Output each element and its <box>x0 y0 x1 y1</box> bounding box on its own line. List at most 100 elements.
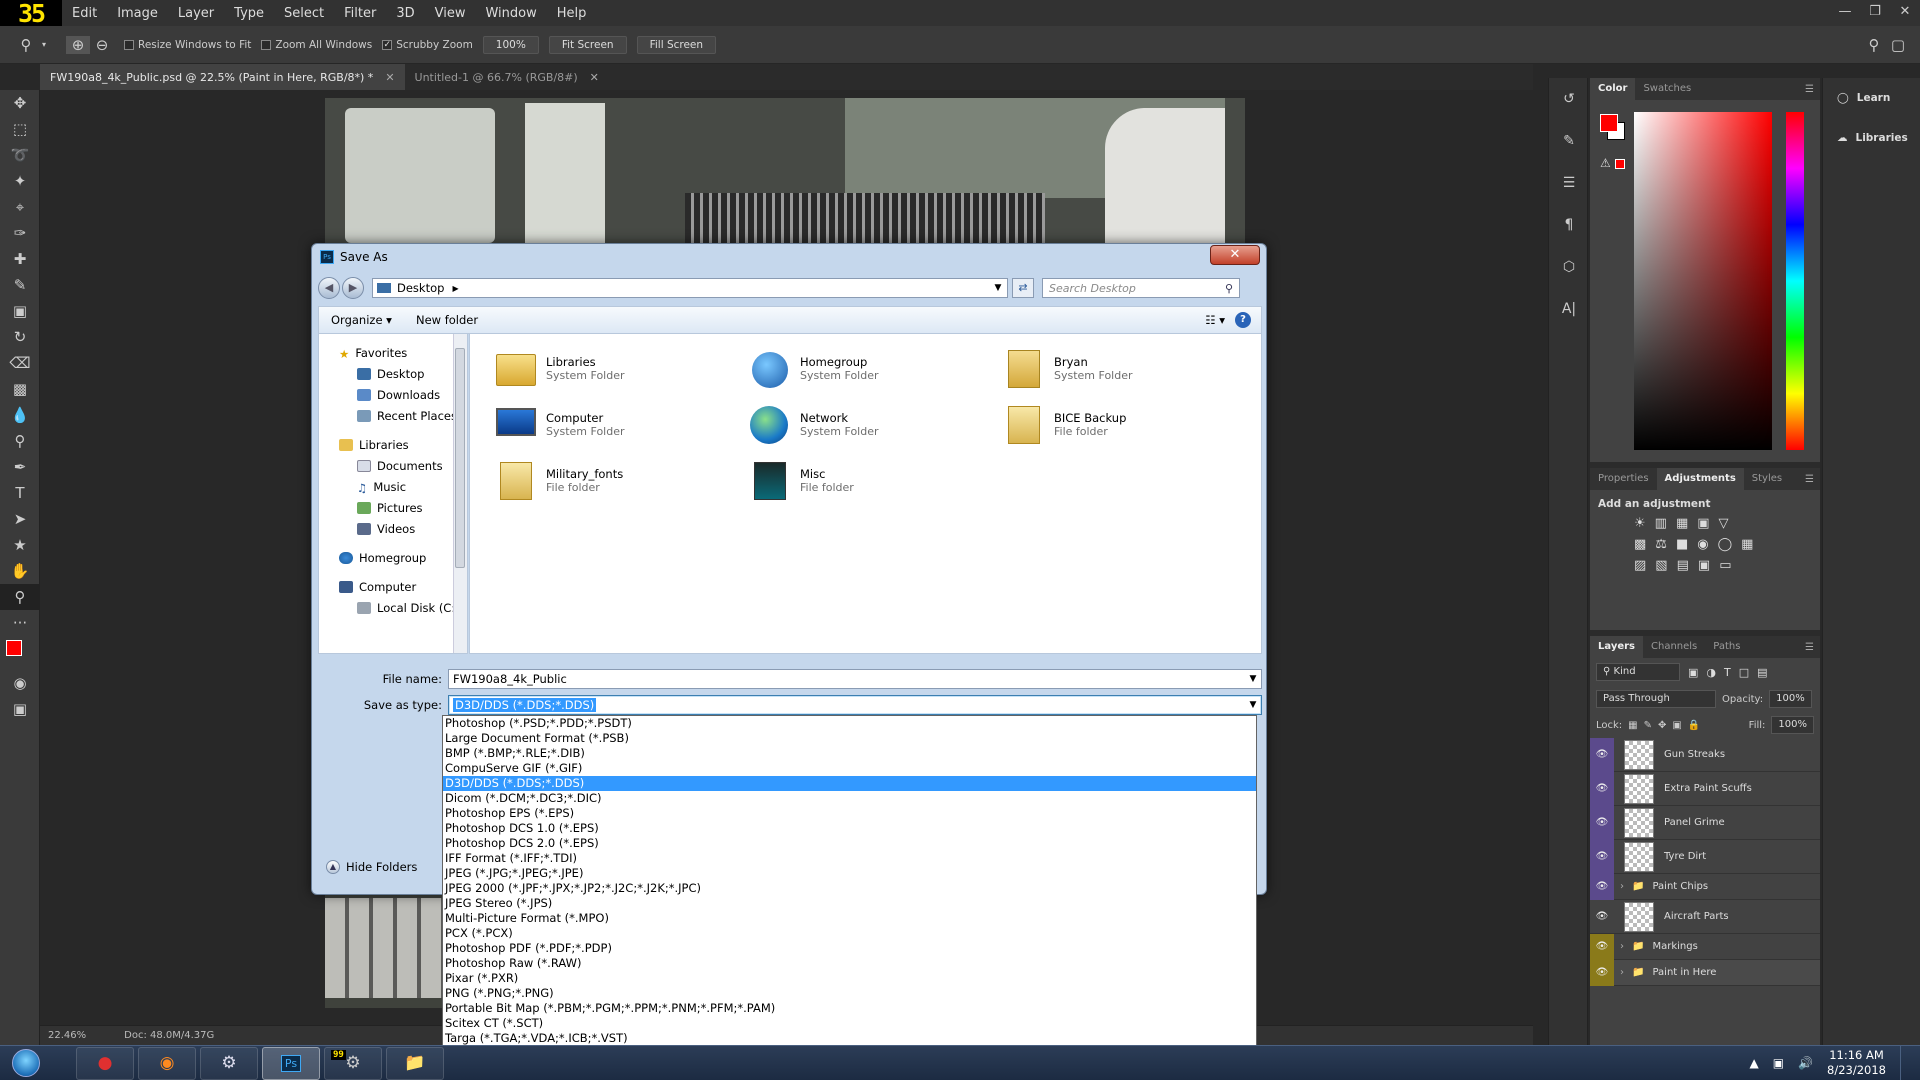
layer-tyre-dirt[interactable]: 👁 Tyre Dirt <box>1590 839 1820 874</box>
search-icon[interactable]: ⚲ <box>1862 36 1886 54</box>
zoom-out-icon[interactable]: ⊖ <box>90 36 114 54</box>
item-military-fonts[interactable]: Military_fonts File folder <box>492 456 732 504</box>
file-name-field[interactable]: FW190a8_4k_Public ▼ <box>448 669 1262 689</box>
tab-swatches[interactable]: Swatches <box>1635 78 1699 100</box>
chevron-right-icon[interactable]: › <box>1620 881 1624 892</box>
chevron-down-icon[interactable]: ▼ <box>1245 700 1261 710</box>
screen-mode-icon[interactable]: ▣ <box>0 696 40 722</box>
scrubby-zoom-checkbox[interactable]: ✓ Scrubby Zoom <box>382 39 473 51</box>
nav-scrollbar[interactable] <box>453 334 467 653</box>
tab-layers[interactable]: Layers <box>1590 636 1643 658</box>
nav-computer[interactable]: Computer <box>319 576 467 597</box>
item-network[interactable]: Network System Folder <box>746 400 986 448</box>
organize-button[interactable]: Organize ▾ <box>319 313 404 327</box>
fit-screen-button[interactable]: Fit Screen <box>548 35 627 54</box>
invert-icon[interactable]: ▨ <box>1634 558 1646 573</box>
volume-icon[interactable]: 🔊 <box>1798 1056 1813 1070</box>
brush-tool-icon[interactable]: ✎ <box>0 272 40 298</box>
zoom-all-checkbox[interactable]: Zoom All Windows <box>261 39 372 51</box>
close-icon[interactable]: ✕ <box>590 71 599 84</box>
lock-artboard-icon[interactable]: ▣ <box>1672 720 1681 731</box>
brightness-icon[interactable]: ☀ <box>1634 516 1646 531</box>
taskbar-photoshop[interactable]: Ps <box>262 1046 320 1080</box>
eye-icon[interactable]: 👁 <box>1590 959 1614 986</box>
format-option[interactable]: Photoshop EPS (*.EPS) <box>443 806 1256 821</box>
levels-icon[interactable]: ▥ <box>1655 516 1667 531</box>
format-option[interactable]: Photoshop Raw (*.RAW) <box>443 956 1256 971</box>
back-button[interactable]: ◀ <box>318 277 340 299</box>
eyedropper-icon[interactable]: ✑ <box>0 220 40 246</box>
eye-icon[interactable]: 👁 <box>1590 805 1614 840</box>
save-type-select[interactable]: D3D/DDS (*.DDS;*.DDS) ▼ <box>448 695 1262 715</box>
eraser-icon[interactable]: ⌫ <box>0 350 40 376</box>
menu-type[interactable]: Type <box>224 6 274 21</box>
zoom-tool-icon[interactable]: ⚲ <box>14 36 38 54</box>
item-homegroup[interactable]: Homegroup System Folder <box>746 344 986 392</box>
tab-fw190[interactable]: FW190a8_4k_Public.psd @ 22.5% (Paint in … <box>40 64 405 90</box>
item-libraries[interactable]: Libraries System Folder <box>492 344 732 392</box>
selective-color-icon[interactable]: ▣ <box>1698 558 1710 573</box>
taskbar-explorer[interactable]: 📁 <box>386 1046 444 1080</box>
address-field[interactable]: Desktop ▶ ▼ <box>372 278 1008 298</box>
format-option[interactable]: Scitex CT (*.SCT) <box>443 1016 1256 1031</box>
threshold-icon[interactable]: ▤ <box>1677 558 1689 573</box>
character-icon[interactable]: A| <box>1549 288 1589 330</box>
refresh-icon[interactable]: ⇄ <box>1012 278 1034 298</box>
stamp-tool-icon[interactable]: ▣ <box>0 298 40 324</box>
type-tool-icon[interactable]: T <box>0 480 40 506</box>
shape-tool-icon[interactable]: ★ <box>0 532 40 558</box>
minimize-button[interactable]: — <box>1830 0 1860 26</box>
color-swatches[interactable] <box>0 636 40 670</box>
breadcrumb-arrow-icon[interactable]: ▶ <box>452 284 458 293</box>
nav-homegroup[interactable]: Homegroup <box>319 547 467 568</box>
item-bryan[interactable]: Bryan System Folder <box>1000 344 1240 392</box>
hue-slider[interactable] <box>1786 112 1804 450</box>
healing-brush-icon[interactable]: ✚ <box>0 246 40 272</box>
tray-expand-icon[interactable]: ▲ <box>1750 1056 1759 1070</box>
history-panel-icon[interactable]: ↺ <box>1549 78 1589 120</box>
bw-icon[interactable]: ■ <box>1676 537 1688 552</box>
taskbar-ccleaner[interactable]: ● <box>76 1046 134 1080</box>
nav-downloads[interactable]: Downloads <box>319 384 467 405</box>
close-app-button[interactable]: ✕ <box>1890 0 1920 26</box>
format-option[interactable]: JPEG (*.JPG;*.JPEG;*.JPE) <box>443 866 1256 881</box>
chevron-right-icon[interactable]: › <box>1620 941 1624 952</box>
zoom-in-icon[interactable]: ⊕ <box>66 35 90 54</box>
fill-field[interactable]: 100% <box>1771 716 1814 734</box>
menu-edit[interactable]: Edit <box>62 6 107 21</box>
chevron-down-icon[interactable]: ▼ <box>989 283 1007 293</box>
layer-gun-streaks[interactable]: 👁 Gun Streaks <box>1590 737 1820 772</box>
taskbar-app[interactable]: 99 ⚙ <box>324 1046 382 1080</box>
help-icon[interactable]: ? <box>1235 312 1251 328</box>
tab-channels[interactable]: Channels <box>1643 636 1705 658</box>
dodge-tool-icon[interactable]: ⚲ <box>0 428 40 454</box>
search-input[interactable]: Search Desktop ⚲ <box>1042 278 1240 298</box>
format-option[interactable]: PNG (*.PNG;*.PNG) <box>443 986 1256 1001</box>
channel-mixer-icon[interactable]: ◯ <box>1718 537 1733 552</box>
workspace-icon[interactable]: ▢ <box>1886 36 1910 54</box>
tab-adjustments[interactable]: Adjustments <box>1656 468 1744 490</box>
dialog-close-button[interactable]: ✕ <box>1210 245 1260 265</box>
close-icon[interactable]: ✕ <box>385 71 394 84</box>
nav-videos[interactable]: Videos <box>319 518 467 539</box>
format-option[interactable]: IFF Format (*.IFF;*.TDI) <box>443 851 1256 866</box>
paragraph-icon[interactable]: ¶ <box>1549 204 1589 246</box>
eye-icon[interactable]: 👁 <box>1590 873 1614 900</box>
nav-recent-places[interactable]: Recent Places <box>319 405 467 426</box>
color-lookup-icon[interactable]: ▦ <box>1741 537 1753 552</box>
format-option[interactable]: BMP (*.BMP;*.RLE;*.DIB) <box>443 746 1256 761</box>
clock[interactable]: 11:16 AM 8/23/2018 <box>1827 1048 1886 1078</box>
format-option[interactable]: Large Document Format (*.PSB) <box>443 731 1256 746</box>
layer-kind-filter[interactable]: ⚲ Kind <box>1596 663 1680 681</box>
tab-paths[interactable]: Paths <box>1705 636 1748 658</box>
format-option[interactable]: JPEG Stereo (*.JPS) <box>443 896 1256 911</box>
nav-documents[interactable]: Documents <box>319 455 467 476</box>
menu-filter[interactable]: Filter <box>334 6 386 21</box>
network-tray-icon[interactable]: ▣ <box>1773 1056 1784 1070</box>
chevron-down-icon[interactable]: ▾ <box>38 40 50 49</box>
brush-panel-icon[interactable]: ✎ <box>1549 120 1589 162</box>
clone-source-icon[interactable]: ☰ <box>1549 162 1589 204</box>
format-option[interactable]: Pixar (*.PXR) <box>443 971 1256 986</box>
layer-group-markings[interactable]: 👁 › 📁 Markings <box>1590 933 1820 960</box>
item-computer[interactable]: Computer System Folder <box>492 400 732 448</box>
